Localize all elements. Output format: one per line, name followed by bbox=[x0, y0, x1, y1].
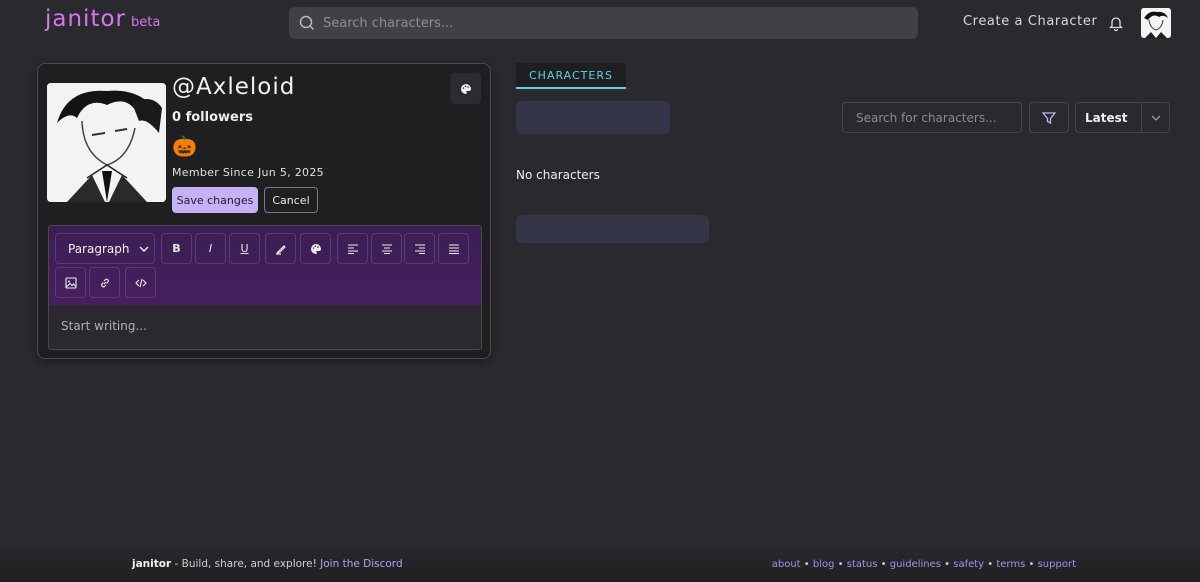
member-since: Member Since Jun 5, 2025 bbox=[172, 166, 324, 179]
palette-icon bbox=[310, 243, 321, 254]
cancel-button[interactable]: Cancel bbox=[264, 187, 318, 213]
footer-brand: janitor bbox=[132, 558, 172, 570]
loading-placeholder bbox=[516, 101, 670, 134]
code-icon bbox=[134, 278, 147, 287]
align-center-icon bbox=[381, 243, 392, 254]
profile-card: @Axleloid 0 followers 🎃 Member Since Jun… bbox=[37, 63, 491, 359]
align-right-icon bbox=[414, 243, 425, 254]
footer-link-blog[interactable]: blog bbox=[813, 559, 835, 570]
align-left-icon bbox=[347, 243, 358, 254]
sort-value: Latest bbox=[1085, 110, 1128, 125]
discord-link[interactable]: Join the Discord bbox=[320, 558, 402, 570]
footer-tagline: janitor - Build, share, and explore! Joi… bbox=[132, 558, 403, 570]
palette-icon bbox=[460, 83, 471, 94]
align-left-button[interactable] bbox=[337, 233, 368, 264]
pumpkin-emoji: 🎃 bbox=[172, 134, 197, 158]
profile-avatar bbox=[47, 83, 166, 202]
profile-username: @Axleloid bbox=[172, 74, 296, 100]
beta-badge: beta bbox=[131, 15, 161, 30]
align-right-button[interactable] bbox=[404, 233, 435, 264]
footer-link-terms[interactable]: terms bbox=[996, 559, 1025, 570]
insert-image-button[interactable] bbox=[55, 267, 86, 298]
color-button[interactable] bbox=[300, 233, 331, 264]
followers-count[interactable]: 0 followers bbox=[172, 110, 253, 125]
loading-placeholder bbox=[516, 215, 709, 243]
footer-link-support[interactable]: support bbox=[1038, 559, 1076, 570]
align-center-button[interactable] bbox=[371, 233, 402, 264]
filter-button[interactable] bbox=[1029, 102, 1069, 133]
create-character-link[interactable]: Create a Character bbox=[963, 14, 1097, 29]
link-icon bbox=[100, 278, 109, 287]
sort-chevron[interactable] bbox=[1141, 103, 1169, 132]
image-icon bbox=[64, 276, 77, 289]
empty-state-text: No characters bbox=[516, 168, 600, 182]
tab-characters[interactable]: CHARACTERS bbox=[516, 63, 626, 89]
underline-button[interactable]: U bbox=[229, 233, 260, 264]
footer-link-safety[interactable]: safety bbox=[953, 559, 984, 570]
paragraph-label: Paragraph bbox=[68, 241, 130, 256]
italic-button[interactable]: I bbox=[195, 233, 226, 264]
bio-editor: Paragraph B I U Start writing... bbox=[48, 225, 482, 350]
top-bar: janitor beta Create a Character bbox=[0, 0, 1200, 46]
bell-icon[interactable] bbox=[1109, 15, 1123, 31]
footer-link-about[interactable]: about bbox=[772, 559, 801, 570]
highlighter-icon bbox=[275, 244, 286, 255]
editor-body[interactable]: Start writing... bbox=[49, 305, 481, 349]
character-search-input[interactable] bbox=[856, 110, 1016, 125]
footer-links: about • blog • status • guidelines • saf… bbox=[771, 559, 1076, 570]
paragraph-select[interactable]: Paragraph bbox=[55, 233, 155, 264]
sort-select[interactable]: Latest bbox=[1075, 102, 1170, 133]
highlight-button[interactable] bbox=[265, 233, 296, 264]
footer-link-status[interactable]: status bbox=[847, 559, 878, 570]
search-input[interactable] bbox=[323, 15, 903, 31]
logo-text[interactable]: janitor bbox=[45, 6, 126, 32]
justify-icon bbox=[448, 243, 459, 254]
justify-button[interactable] bbox=[438, 233, 469, 264]
search-icon bbox=[299, 15, 315, 31]
theme-button[interactable] bbox=[450, 73, 481, 104]
logo[interactable]: janitor beta bbox=[45, 6, 160, 32]
filter-icon bbox=[1042, 111, 1056, 124]
footer: janitor - Build, share, and explore! Joi… bbox=[0, 548, 1200, 582]
user-avatar[interactable] bbox=[1141, 8, 1171, 38]
character-search[interactable] bbox=[842, 102, 1022, 133]
save-changes-button[interactable]: Save changes bbox=[172, 187, 258, 213]
chevron-down-icon bbox=[1151, 115, 1161, 121]
search-bar[interactable] bbox=[289, 7, 918, 39]
editor-toolbar: Paragraph B I U bbox=[49, 226, 481, 305]
insert-link-button[interactable] bbox=[89, 267, 120, 298]
chevron-down-icon bbox=[139, 245, 149, 252]
code-button[interactable] bbox=[125, 267, 156, 298]
footer-link-guidelines[interactable]: guidelines bbox=[890, 559, 941, 570]
footer-tagline-text: - Build, share, and explore! bbox=[171, 558, 321, 570]
bold-button[interactable]: B bbox=[161, 233, 192, 264]
